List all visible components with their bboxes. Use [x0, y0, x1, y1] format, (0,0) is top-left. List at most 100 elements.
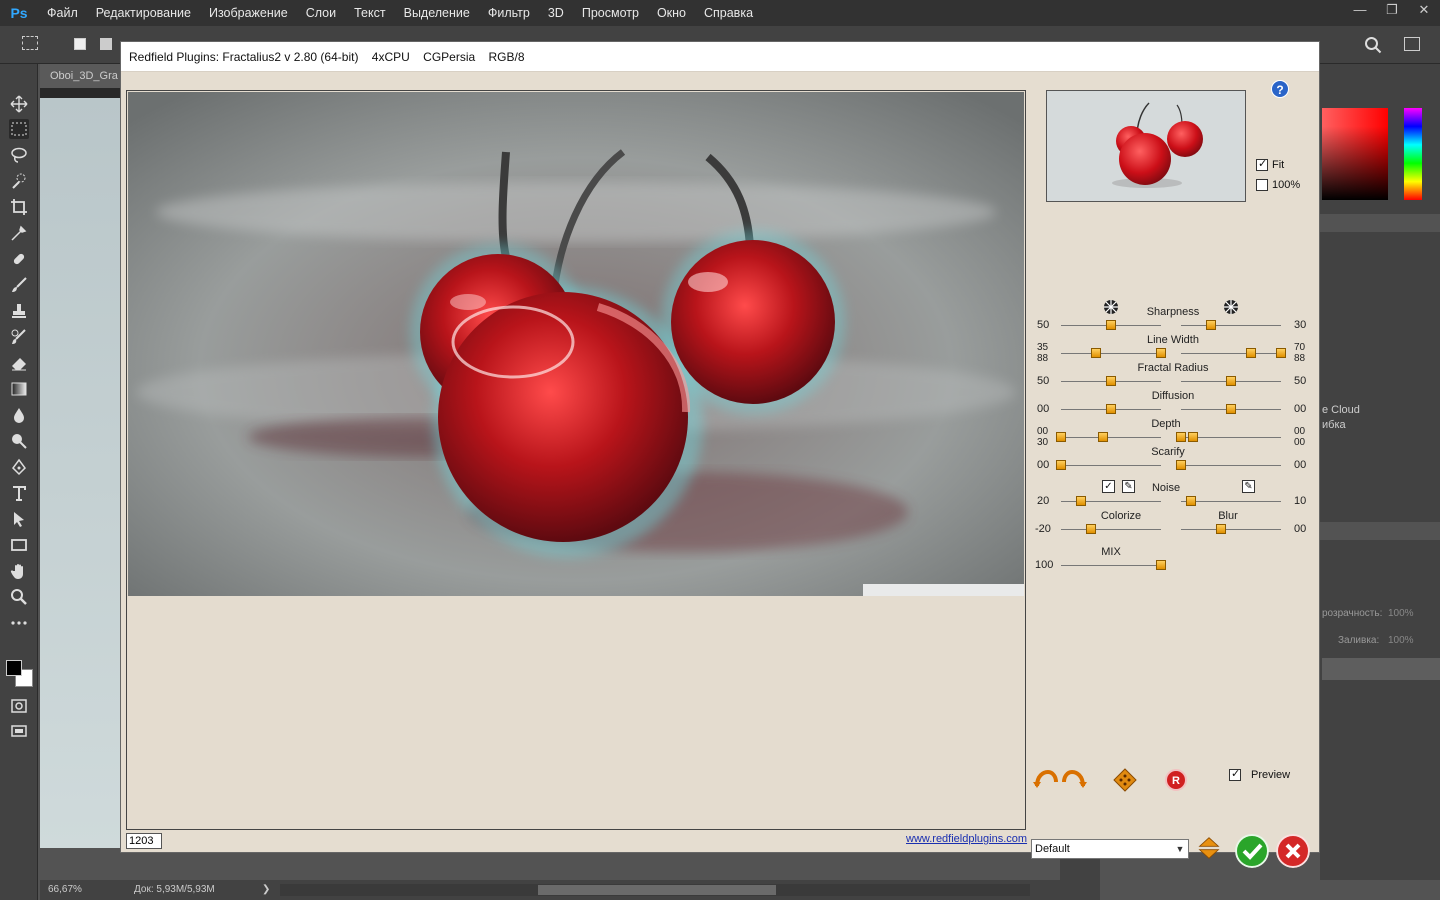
noise-right-knob[interactable]: [1186, 496, 1196, 506]
menu-file[interactable]: Файл: [38, 0, 87, 26]
path-select-tool-icon[interactable]: [9, 509, 29, 529]
lasso-tool-icon[interactable]: [9, 145, 29, 165]
colorize-knob[interactable]: [1086, 524, 1096, 534]
rectangle-tool-icon[interactable]: [9, 535, 29, 555]
undo-icon[interactable]: [1033, 768, 1059, 792]
preset-dropdown[interactable]: Default ▼: [1031, 839, 1189, 859]
pen-tool-icon[interactable]: [9, 457, 29, 477]
fit-checkbox[interactable]: [1256, 157, 1268, 171]
reset-icon[interactable]: R: [1163, 768, 1189, 792]
hand-tool-icon[interactable]: [9, 561, 29, 581]
line-width-knob-2[interactable]: [1156, 348, 1166, 358]
fit-option[interactable]: Fit: [1256, 157, 1284, 171]
dodge-tool-icon[interactable]: [9, 431, 29, 451]
status-menu-arrow[interactable]: ❯: [262, 880, 270, 900]
screen-mode-icon[interactable]: [9, 722, 29, 742]
close-window-button[interactable]: ✕: [1408, 0, 1440, 22]
random-icon[interactable]: [1112, 768, 1138, 792]
more-tools-icon[interactable]: [9, 613, 29, 633]
fill-value[interactable]: 100%: [1388, 635, 1414, 646]
blur-tool-icon[interactable]: [9, 405, 29, 425]
preview-image[interactable]: [128, 92, 1024, 596]
menu-view[interactable]: Просмотр: [573, 0, 648, 26]
noise-edit-right-icon[interactable]: ✎: [1242, 480, 1255, 493]
sharpness-star-right-icon[interactable]: [1223, 299, 1239, 315]
horizontal-scrollbar[interactable]: [280, 884, 1030, 896]
healing-brush-tool-icon[interactable]: [9, 249, 29, 269]
navigator-thumbnail[interactable]: [1046, 90, 1246, 202]
noise-edit-left-icon[interactable]: ✎: [1122, 480, 1135, 493]
sharpness-left-knob[interactable]: [1106, 320, 1116, 330]
menu-3d[interactable]: 3D: [539, 0, 573, 26]
diffusion-right-knob[interactable]: [1226, 404, 1236, 414]
mix-track[interactable]: [1061, 565, 1161, 566]
hundred-percent-checkbox[interactable]: [1256, 179, 1268, 191]
quick-mask-icon[interactable]: [9, 696, 29, 716]
blur-knob[interactable]: [1216, 524, 1226, 534]
scarify-left-knob[interactable]: [1056, 460, 1066, 470]
menu-select[interactable]: Выделение: [395, 0, 479, 26]
line-width-right-track[interactable]: [1181, 353, 1281, 354]
line-width-knob-4[interactable]: [1276, 348, 1286, 358]
menu-window[interactable]: Окно: [648, 0, 695, 26]
foreground-color-swatch[interactable]: [6, 660, 22, 676]
scrollbar-thumb[interactable]: [538, 885, 776, 895]
line-width-left-track[interactable]: [1061, 353, 1161, 354]
stamp-tool-icon[interactable]: [9, 301, 29, 321]
color-picker-field[interactable]: [1322, 108, 1388, 200]
scarify-left-track[interactable]: [1061, 465, 1161, 466]
line-width-knob-3[interactable]: [1246, 348, 1256, 358]
noise-left-knob[interactable]: [1076, 496, 1086, 506]
diffusion-left-knob[interactable]: [1106, 404, 1116, 414]
coordinate-field[interactable]: 1203: [126, 833, 162, 849]
redo-icon[interactable]: [1061, 768, 1087, 792]
depth-knob-4[interactable]: [1188, 432, 1198, 442]
new-selection-icon[interactable]: [74, 38, 86, 50]
cancel-button[interactable]: [1276, 834, 1310, 868]
preset-arrows-icon[interactable]: [1196, 836, 1222, 860]
hue-slider[interactable]: [1404, 108, 1422, 200]
workspace-icon[interactable]: [1404, 37, 1420, 51]
ok-button[interactable]: [1235, 834, 1269, 868]
menu-filter[interactable]: Фильтр: [479, 0, 539, 26]
preview-option[interactable]: Preview: [1229, 767, 1290, 781]
document-tab[interactable]: Oboi_3D_Gra: [40, 64, 130, 88]
add-selection-icon[interactable]: [100, 38, 112, 50]
line-width-knob-1[interactable]: [1091, 348, 1101, 358]
brush-tool-icon[interactable]: [9, 275, 29, 295]
sharpness-right-knob[interactable]: [1206, 320, 1216, 330]
preview-checkbox[interactable]: [1229, 767, 1241, 781]
depth-knob-1[interactable]: [1056, 432, 1066, 442]
depth-knob-2[interactable]: [1098, 432, 1108, 442]
sharpness-star-left-icon[interactable]: [1103, 299, 1119, 315]
mix-knob[interactable]: [1156, 560, 1166, 570]
noise-right-track[interactable]: [1181, 501, 1281, 502]
crop-tool-icon[interactable]: [9, 197, 29, 217]
menu-image[interactable]: Изображение: [200, 0, 297, 26]
gradient-tool-icon[interactable]: [9, 379, 29, 399]
move-tool-icon[interactable]: [9, 94, 29, 114]
marquee-tool-icon[interactable]: [9, 119, 29, 139]
colorize-track[interactable]: [1061, 529, 1161, 530]
quick-select-tool-icon[interactable]: [9, 171, 29, 191]
search-icon[interactable]: [1364, 36, 1382, 54]
fractal-radius-left-knob[interactable]: [1106, 376, 1116, 386]
eyedropper-tool-icon[interactable]: [9, 223, 29, 243]
zoom-tool-icon[interactable]: [9, 587, 29, 607]
blur-track[interactable]: [1181, 529, 1281, 530]
depth-knob-3[interactable]: [1176, 432, 1186, 442]
website-link[interactable]: www.redfieldplugins.com: [906, 833, 1027, 845]
type-tool-icon[interactable]: [9, 483, 29, 503]
menu-edit[interactable]: Редактирование: [87, 0, 200, 26]
menu-help[interactable]: Справка: [695, 0, 762, 26]
zoom-level[interactable]: 66,67%: [48, 880, 82, 900]
eraser-tool-icon[interactable]: [9, 353, 29, 373]
fractal-radius-right-knob[interactable]: [1226, 376, 1236, 386]
scarify-right-knob[interactable]: [1176, 460, 1186, 470]
menu-type[interactable]: Текст: [345, 0, 394, 26]
help-button[interactable]: ?: [1271, 80, 1289, 98]
document-canvas[interactable]: [40, 98, 122, 848]
menu-layers[interactable]: Слои: [297, 0, 345, 26]
sharpness-right-track[interactable]: [1181, 325, 1281, 326]
scarify-right-track[interactable]: [1181, 465, 1281, 466]
